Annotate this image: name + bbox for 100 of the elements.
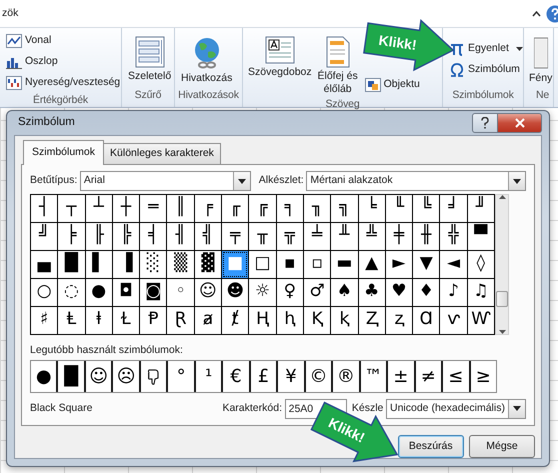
symbol-cell[interactable]: ▄ <box>31 250 58 278</box>
ribbon-button[interactable]: Hivatkozás <box>179 34 234 87</box>
symbol-cell[interactable]: ╪ <box>386 222 412 250</box>
symbol-cell[interactable]: ☼ <box>249 278 276 306</box>
symbol-cell[interactable]: ⱪ <box>331 306 358 334</box>
symbol-cell[interactable]: ╓ <box>222 194 248 222</box>
tab[interactable]: Szimbólumok <box>23 140 104 165</box>
symbol-cell[interactable]: □ <box>249 250 276 278</box>
symbol-cell[interactable]: ♂ <box>304 278 330 306</box>
symbol-cell[interactable]: ◙ <box>140 278 166 306</box>
symbol-cell[interactable]: ╡ <box>140 222 166 250</box>
symbol-cell[interactable]: ╨ <box>331 222 358 250</box>
symbol-cell[interactable]: ░ <box>140 250 166 278</box>
symbol-cell[interactable]: ▀ <box>468 222 494 250</box>
symbol-cell[interactable]: Ⱨ <box>249 306 276 334</box>
symbol-cell[interactable]: ┴ <box>86 194 112 222</box>
symbol-cell[interactable]: ╒ <box>194 194 222 222</box>
recent-symbol-cell[interactable]: ☺ <box>86 361 112 392</box>
recent-symbol-cell[interactable]: ™ <box>360 361 386 392</box>
ribbon-button[interactable]: Szövegdoboz <box>247 34 313 81</box>
symbol-cell[interactable]: ◌ <box>58 278 85 306</box>
symbol-cell[interactable]: ┤ <box>31 194 58 222</box>
recent-symbol-cell[interactable]: ® <box>333 361 359 392</box>
symbol-cell[interactable]: Ɫ <box>112 306 140 334</box>
close-button[interactable] <box>498 113 542 133</box>
symbol-cell[interactable]: ╟ <box>86 222 112 250</box>
symbol-cell[interactable]: ◄ <box>440 250 467 278</box>
symbol-cell[interactable]: ╕ <box>276 194 303 222</box>
recent-symbol-cell[interactable]: £ <box>250 361 276 392</box>
symbol-cell[interactable]: ╘ <box>358 194 385 222</box>
recent-symbol-cell[interactable]: € <box>223 361 249 392</box>
symbol-cell[interactable]: ╫ <box>413 222 440 250</box>
symbol-cell[interactable]: ╔ <box>249 194 276 222</box>
symbol-cell[interactable]: ╝ <box>31 222 58 250</box>
symbol-cell[interactable]: ╢ <box>167 222 194 250</box>
symbol-cell[interactable]: ▬ <box>331 250 358 278</box>
recent-symbol-cell[interactable]: © <box>306 361 332 392</box>
symbol-cell[interactable]: ♪ <box>440 278 467 306</box>
symbol-cell[interactable]: ► <box>386 250 412 278</box>
recent-symbol-cell[interactable]: █ <box>58 361 84 392</box>
recent-symbol-cell[interactable]: ° <box>168 361 194 392</box>
font-dropdown[interactable]: Arial <box>80 171 251 191</box>
dialog-button[interactable]: Beszúrás <box>398 435 464 458</box>
recent-symbol-cell[interactable]: ± <box>388 361 414 392</box>
symbol-cell[interactable]: ╦ <box>276 222 303 250</box>
symbol-cell[interactable]: ⱦ <box>222 306 248 334</box>
symbol-cell[interactable]: ● <box>86 278 112 306</box>
symbol-cell[interactable]: ▪ <box>276 250 303 278</box>
symbol-cell[interactable]: ▓ <box>194 250 222 278</box>
symbol-cell[interactable]: ╠ <box>112 222 140 250</box>
symbol-cell[interactable]: ♫ <box>468 278 494 306</box>
ribbon-button[interactable]: Objektu <box>362 74 422 95</box>
symbol-cell[interactable]: ═ <box>140 194 166 222</box>
recent-symbol-cell[interactable]: ● <box>31 361 56 392</box>
symbol-cell[interactable]: ○ <box>31 278 58 306</box>
symbol-cell[interactable]: ╞ <box>58 222 85 250</box>
symbol-cell[interactable]: ⱬ <box>386 306 412 334</box>
ribbon-button[interactable]: Fény <box>527 34 554 87</box>
ribbon-button[interactable]: Egyenlet <box>447 38 525 59</box>
symbol-cell[interactable]: ♣ <box>358 278 385 306</box>
scrollbar-thumb[interactable] <box>496 291 508 308</box>
symbol-cell[interactable]: ▒ <box>167 250 194 278</box>
symbol-cell[interactable]: ◘ <box>112 278 140 306</box>
symbol-cell[interactable]: ▼ <box>413 250 440 278</box>
recent-symbol-cell[interactable]: ≠ <box>416 361 442 392</box>
symbol-cell[interactable]: ┬ <box>58 194 85 222</box>
dialog-button[interactable]: Mégse <box>469 435 535 458</box>
symbol-cell[interactable]: Ⱡ <box>58 306 85 334</box>
symbol-cell[interactable]: ♠ <box>331 278 358 306</box>
ribbon-button[interactable]: Oszlop <box>4 51 122 72</box>
symbol-cell[interactable]: ♥ <box>386 278 412 306</box>
symbol-cell[interactable]: Ⱬ <box>358 306 385 334</box>
symbol-cell[interactable]: ╛ <box>440 194 467 222</box>
symbol-cell[interactable]: ◦ <box>167 278 194 306</box>
symbol-cell[interactable]: ▐ <box>112 250 140 278</box>
symbol-cell[interactable]: ⱥ <box>194 306 222 334</box>
symbol-cell[interactable]: ♯ <box>31 306 58 334</box>
symbol-cell[interactable]: ╖ <box>304 194 330 222</box>
symbol-cell[interactable]: ⱡ <box>86 306 112 334</box>
recent-symbol-cell[interactable]: ¥ <box>278 361 304 392</box>
ribbon-button[interactable]: Szimbólum <box>447 59 525 80</box>
ribbon-button[interactable]: Élőfej és élőláb <box>314 34 361 98</box>
symbol-cell[interactable]: ╙ <box>386 194 412 222</box>
symbol-cell[interactable]: ╧ <box>304 222 330 250</box>
symbol-cell[interactable]: ☻ <box>222 278 248 306</box>
symbol-cell[interactable]: ╜ <box>468 194 494 222</box>
symbol-cell[interactable]: ♦ <box>413 278 440 306</box>
collapse-ribbon-button[interactable] <box>532 10 541 16</box>
symbol-cell[interactable]: Ɑ <box>413 306 440 334</box>
symbol-cell[interactable]: ╩ <box>358 222 385 250</box>
symbol-cell[interactable]: ╣ <box>194 222 222 250</box>
symbol-cell[interactable]: Ᵽ <box>140 306 166 334</box>
symbol-cell[interactable]: ┼ <box>112 194 140 222</box>
scrollbar[interactable] <box>495 194 509 335</box>
recent-symbol-cell[interactable] <box>140 361 166 392</box>
recent-symbol-cell[interactable]: ≤ <box>443 361 469 392</box>
tab[interactable]: Különleges karakterek <box>103 143 221 164</box>
recent-symbol-cell[interactable]: ¹ <box>196 361 222 392</box>
symbol-cell[interactable]: Ⱪ <box>304 306 330 334</box>
symbol-cell[interactable]: ⱱ <box>440 306 467 334</box>
